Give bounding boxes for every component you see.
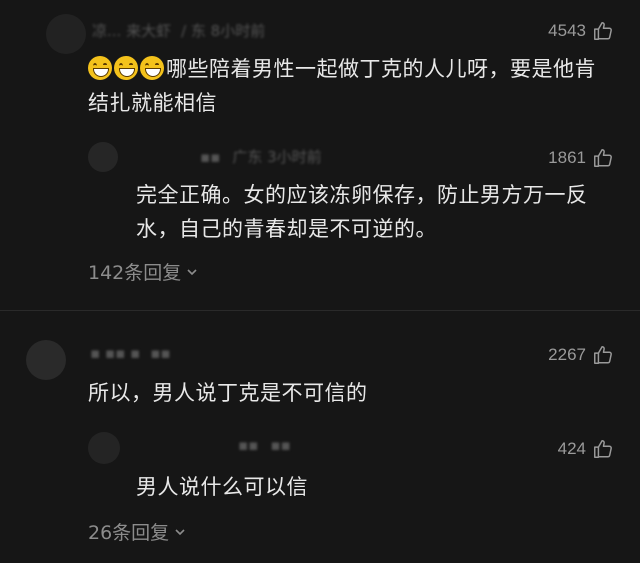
chevron-down-icon xyxy=(187,268,197,275)
comment-meta: / 东 8小时前 xyxy=(181,22,266,40)
reply-avatar[interactable] xyxy=(88,142,118,172)
like-button[interactable]: 4543 xyxy=(548,20,614,42)
comment-text: 哪些陪着男性一起做丁克的人儿呀，要是他肯结扎就能相信 xyxy=(88,52,608,120)
grinning-emoji-icon xyxy=(140,56,164,80)
thumbs-up-icon xyxy=(594,440,612,458)
reply-text: 男人说什么可以信 xyxy=(136,475,308,499)
reply-meta: 广东 3小时前 xyxy=(232,148,322,166)
comment-divider xyxy=(0,310,640,311)
chevron-down-icon xyxy=(175,528,185,535)
replies-label: 142条回复 xyxy=(88,262,182,284)
reply-header: ▪▪ ▪▪ xyxy=(238,436,291,454)
view-replies-button[interactable]: 142条回复 xyxy=(88,258,199,285)
like-count: 4543 xyxy=(548,21,586,40)
comment-header: 凉... 来大虾 / 东 8小时前 xyxy=(92,20,265,41)
like-button[interactable]: 2267 xyxy=(548,344,614,366)
reply-like-button[interactable]: 424 xyxy=(558,438,614,460)
thumbs-up-icon xyxy=(594,22,612,40)
reply-username[interactable]: ▪▪ xyxy=(238,436,258,454)
comment-body: 哪些陪着男性一起做丁克的人儿呀，要是他肯结扎就能相信 xyxy=(88,57,596,115)
avatar[interactable] xyxy=(26,340,66,380)
reply-header: ▪▪ 广东 3小时前 xyxy=(200,146,322,167)
view-replies-button[interactable]: 26条回复 xyxy=(88,518,187,545)
grinning-emoji-icon xyxy=(88,56,112,80)
reply-avatar[interactable] xyxy=(88,432,120,464)
comment-meta: ▪▪ xyxy=(150,344,171,362)
thumbs-up-icon xyxy=(594,346,612,364)
avatar[interactable] xyxy=(46,14,86,54)
reply-like-count: 1861 xyxy=(548,148,586,167)
reply-meta: ▪▪ xyxy=(270,436,291,454)
reply-like-button[interactable]: 1861 xyxy=(548,147,614,169)
reply-like-count: 424 xyxy=(557,439,586,458)
replies-label: 26条回复 xyxy=(88,522,170,544)
comment-header: ▪ ▪▪ ▪ ▪▪ xyxy=(90,344,171,362)
username[interactable]: ▪ ▪▪ ▪ xyxy=(90,344,140,362)
reply-text: 完全正确。女的应该冻卵保存，防止男方万一反水，自己的青春却是不可逆的。 xyxy=(136,183,588,241)
thumbs-up-icon xyxy=(594,149,612,167)
grinning-emoji-icon xyxy=(114,56,138,80)
username[interactable]: 凉... 来大虾 xyxy=(92,20,171,41)
reply-username[interactable]: ▪▪ xyxy=(200,148,220,166)
like-count: 2267 xyxy=(548,345,586,364)
comment-text: 所以，男人说丁克是不可信的 xyxy=(88,381,368,405)
